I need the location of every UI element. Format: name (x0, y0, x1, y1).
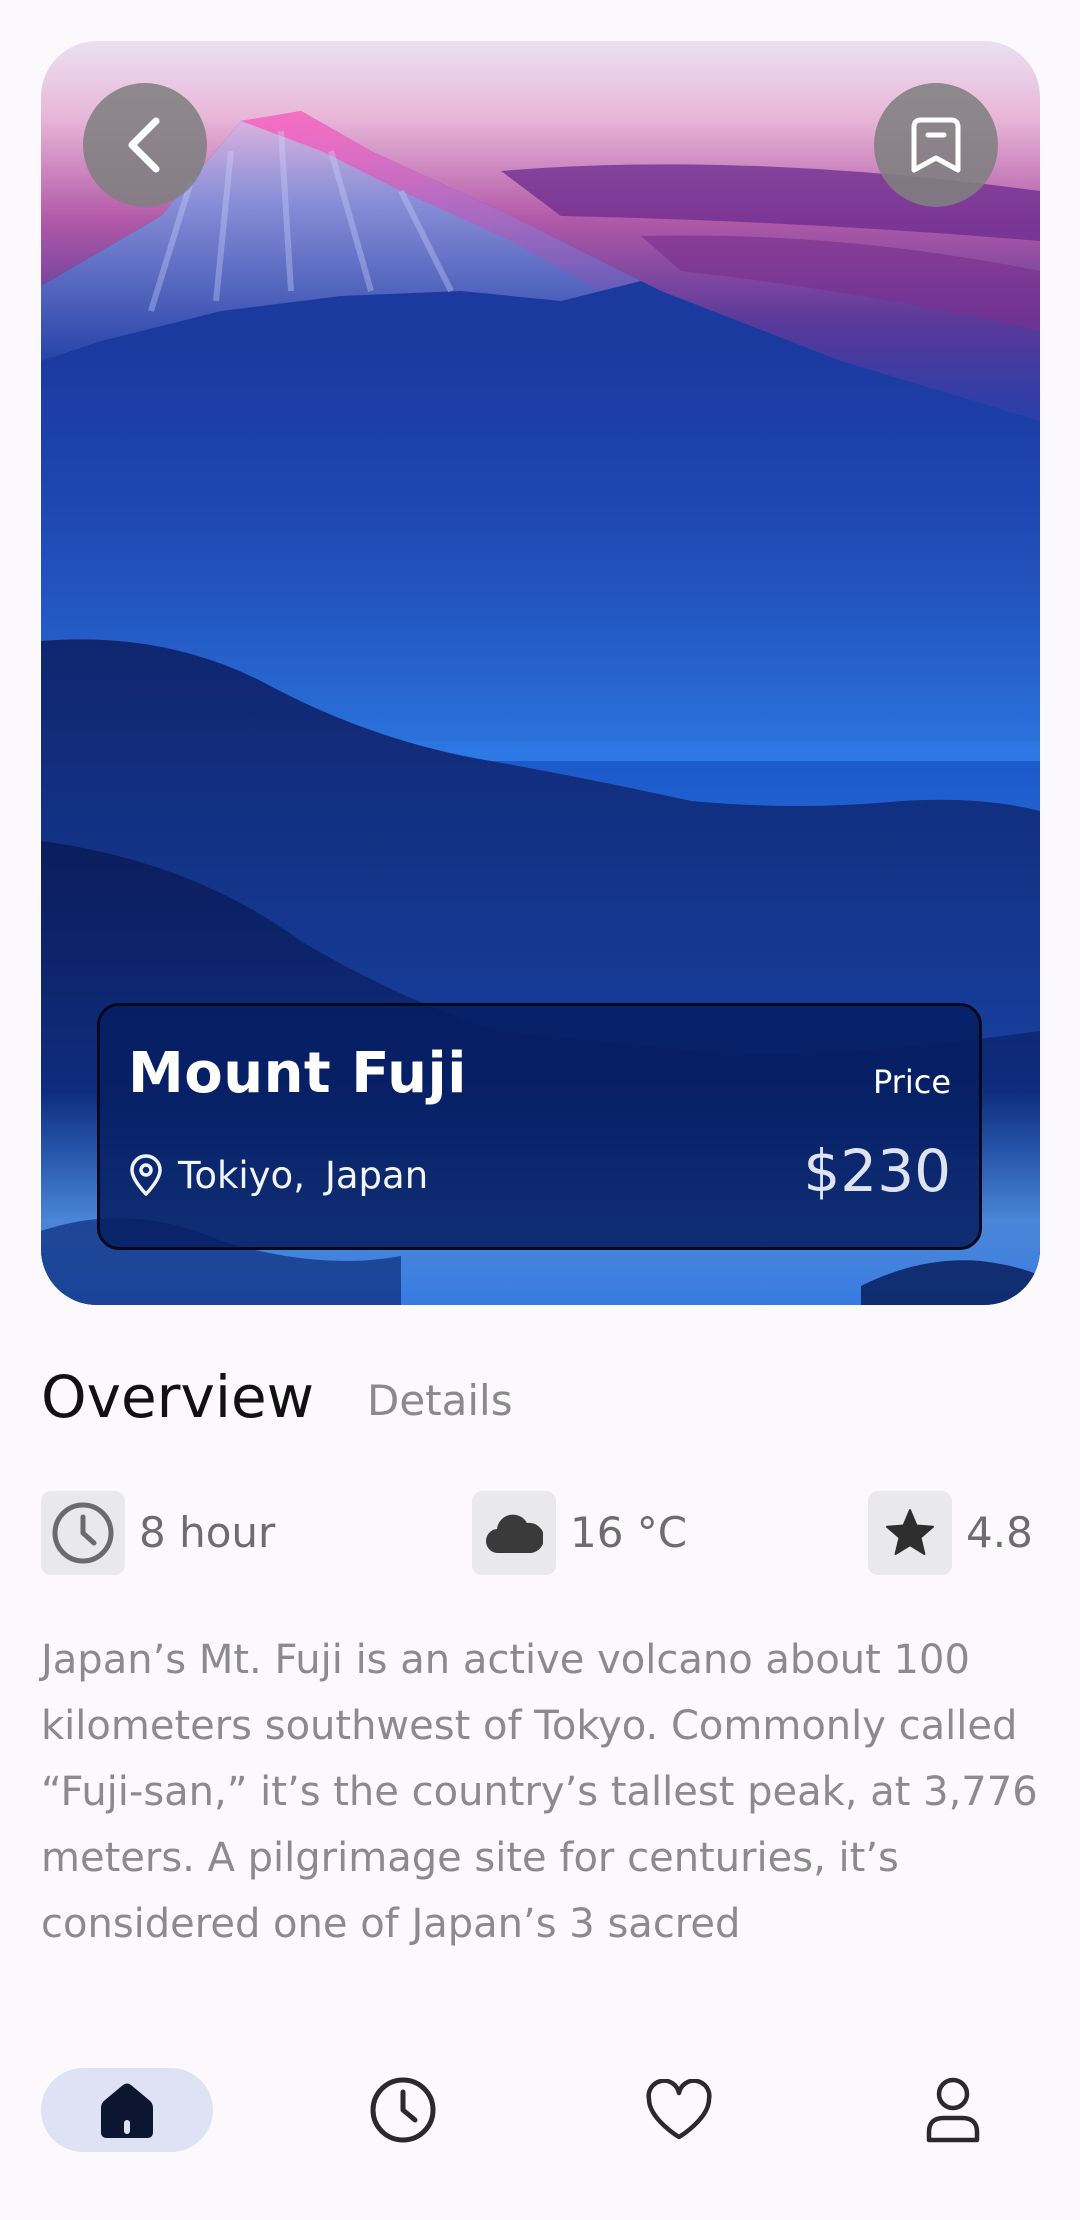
bottom-navigation (0, 2000, 1080, 2220)
duration-icon-box (41, 1491, 125, 1575)
bookmark-icon (911, 117, 961, 173)
nav-history[interactable] (361, 2068, 445, 2152)
map-pin-icon (130, 1154, 162, 1196)
location: Tokiyo, Japan (128, 1154, 428, 1196)
chevron-left-icon (128, 117, 160, 173)
clock-icon (52, 1502, 114, 1564)
price-label: Price (872, 1063, 951, 1101)
price-value: $230 (803, 1137, 951, 1205)
location-country: Japan (324, 1153, 429, 1197)
bookmark-button[interactable] (874, 83, 998, 207)
duration-stat: 8 hour (41, 1491, 275, 1575)
user-icon (926, 2077, 980, 2143)
location-city: Tokiyo, (178, 1153, 305, 1197)
rating-stat: 4.8 (868, 1491, 1033, 1575)
weather-icon-box (472, 1491, 556, 1575)
tab-overview[interactable]: Overview (41, 1368, 314, 1426)
duration-value: 8 hour (139, 1508, 276, 1557)
rating-icon-box (868, 1491, 952, 1575)
weather-stat: 16 °C (472, 1491, 687, 1575)
nav-home[interactable] (41, 2068, 213, 2152)
place-info-card: Mount Fuji Price Tokiyo, Japan $230 (97, 1003, 982, 1250)
heart-icon (646, 2079, 712, 2140)
cloud-icon (486, 1514, 543, 1554)
back-button[interactable] (83, 83, 207, 207)
hero-image: Mount Fuji Price Tokiyo, Japan $230 (41, 41, 1040, 1305)
place-title: Mount Fuji (128, 1041, 467, 1106)
nav-profile[interactable] (911, 2068, 995, 2152)
home-icon (101, 2083, 153, 2138)
place-description: Japan’s Mt. Fuji is an active volcano ab… (41, 1637, 1038, 1947)
temperature-value: 16 °C (570, 1508, 688, 1557)
rating-value: 4.8 (966, 1508, 1033, 1557)
clock-icon (370, 2077, 436, 2143)
star-icon (886, 1509, 934, 1555)
nav-favorites[interactable] (637, 2068, 721, 2152)
tab-details[interactable]: Details (367, 1380, 513, 1422)
